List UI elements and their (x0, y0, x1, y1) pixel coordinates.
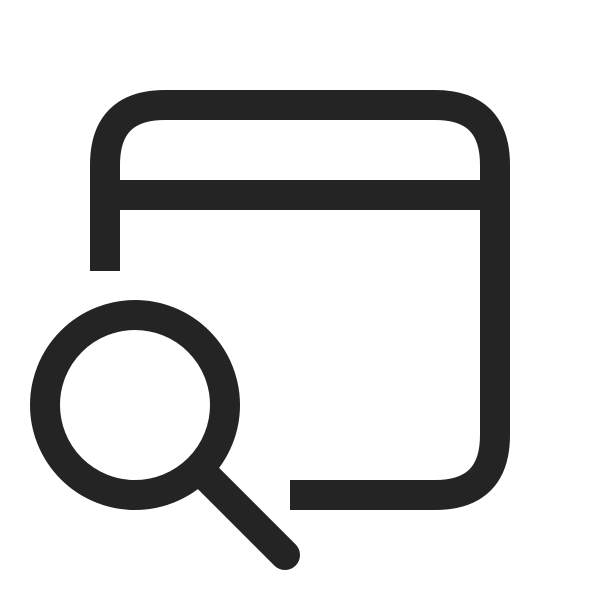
window-search-icon (30, 90, 510, 570)
magnifier-handle (190, 460, 300, 570)
magnifier-icon (30, 300, 300, 570)
window-frame-icon (90, 90, 510, 510)
window-outline (90, 90, 510, 510)
icon-canvas (0, 0, 600, 600)
